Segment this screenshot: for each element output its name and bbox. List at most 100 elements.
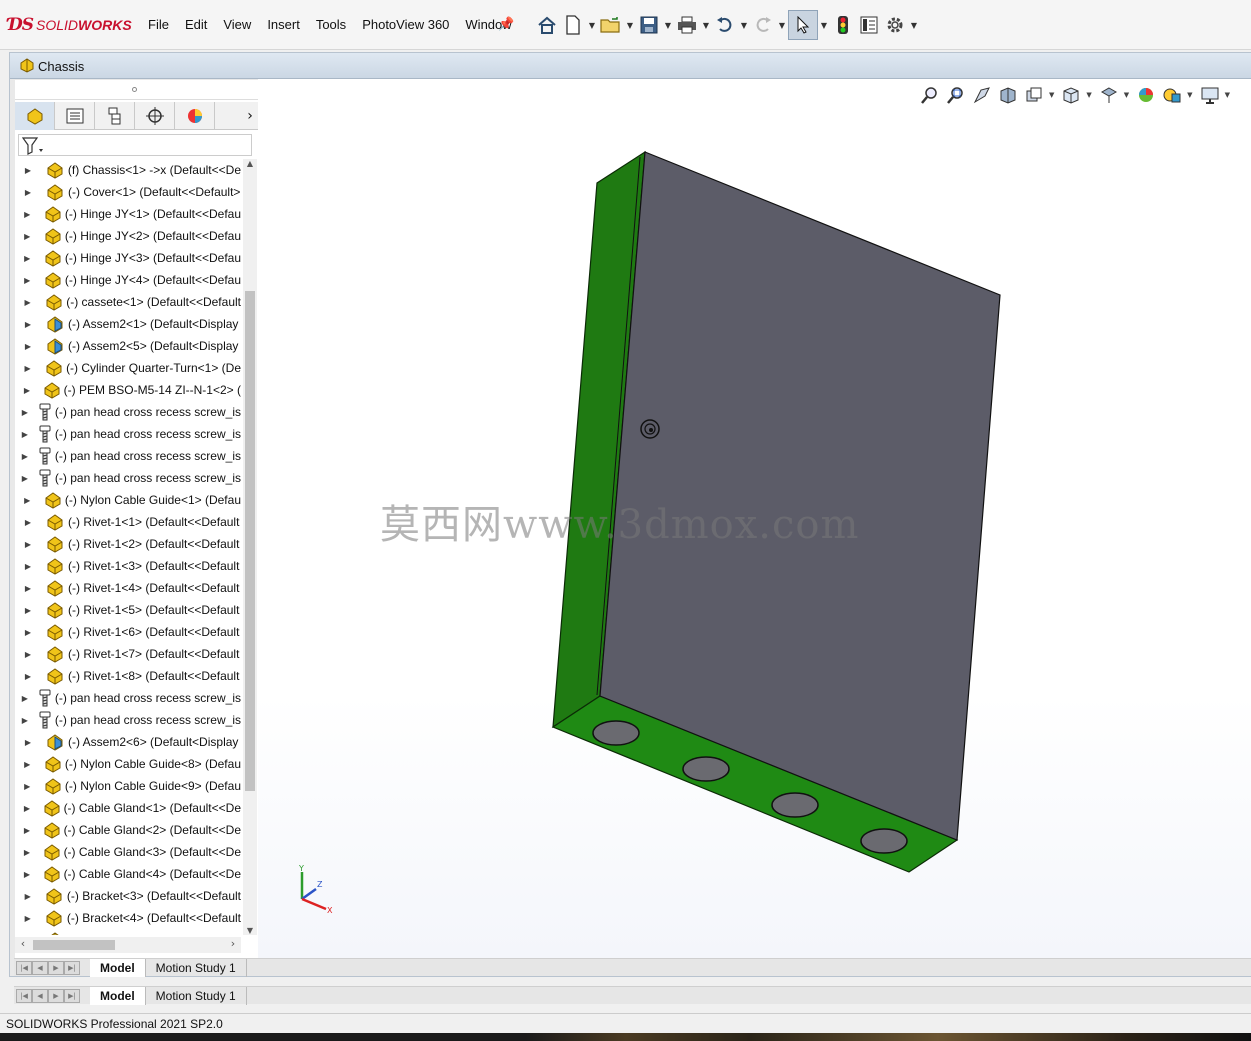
expand-arrow-icon[interactable]: ▶ [17,342,39,351]
tree-item[interactable]: ▶ (-) Rivet-1<6> (Default<<Default [15,621,241,643]
options-dropdown-icon[interactable]: ▼ [908,21,920,30]
view-orientation-icon[interactable] [1060,84,1082,106]
hscroll-thumb[interactable] [33,940,115,950]
tree-filter[interactable] [18,134,252,156]
tree-item[interactable]: ▶ (-) Rivet-1<8> (Default<<Default [15,665,241,687]
tree-item[interactable]: ▶ (-) Nylon Cable Guide<8> (Defau [15,753,241,775]
tree-item[interactable]: ▶(-) Assem2<7> (Default<Display [15,929,241,935]
tree-item[interactable]: ▶ (-) Hinge JY<1> (Default<<Defau [15,203,241,225]
expand-arrow-icon[interactable]: ▶ [17,606,39,615]
print-icon[interactable] [674,12,700,38]
expand-arrow-icon[interactable]: ▶ [17,826,37,835]
feature-manager-tab-icon[interactable] [15,102,55,130]
tree-item[interactable]: ▶ (-) Cylinder Quarter-Turn<1> (De [15,357,241,379]
expand-arrow-icon[interactable]: ▶ [17,914,38,923]
expand-arrow-icon[interactable]: ▶ [17,694,33,703]
filter-icon[interactable] [21,137,44,158]
expand-arrow-icon[interactable]: ▶ [17,452,33,461]
expand-arrow-icon[interactable]: ▶ [17,430,33,439]
expand-arrow-icon[interactable]: ▶ [17,254,38,263]
expand-arrow-icon[interactable]: ▶ [17,320,39,329]
property-manager-tab-icon[interactable] [55,102,95,130]
expand-arrow-icon[interactable]: ▶ [17,848,37,857]
expand-arrow-icon[interactable]: ▶ [17,738,39,747]
rebuild-traffic-light-icon[interactable] [830,12,856,38]
new-document-icon[interactable] [560,12,586,38]
tree-item[interactable]: ▶ (-) Hinge JY<4> (Default<<Defau [15,269,241,291]
expand-arrow-icon[interactable]: ▶ [17,188,39,197]
tab-model-secondary[interactable]: Model [90,986,146,1005]
tree-item[interactable]: ▶ (-) pan head cross recess screw_is [15,467,241,489]
options-gear-icon[interactable] [882,12,908,38]
tree-item[interactable]: ▶ (-) Cable Gland<1> (Default<<De [15,797,241,819]
tree-item[interactable]: ▶ (-) Assem2<1> (Default<Display [15,313,241,335]
file-properties-icon[interactable] [856,12,882,38]
tree-item[interactable]: ▶ (-) Cable Gland<4> (Default<<De [15,863,241,885]
expand-arrow-icon[interactable]: ▶ [17,716,33,725]
tree-item[interactable]: ▶ (-) pan head cross recess screw_is [15,401,241,423]
pin-icon[interactable]: 📌 [498,17,514,32]
select-dropdown-icon[interactable]: ▼ [818,21,830,30]
orientation-dropdown-icon[interactable]: ▼ [1086,91,1091,99]
expand-arrow-icon[interactable]: ▶ [17,276,38,285]
undo-dropdown-icon[interactable]: ▼ [738,21,750,30]
dimxpert-tab-icon[interactable] [135,102,175,130]
tree-item[interactable]: ▶ (-) Assem2<6> (Default<Display [15,731,241,753]
expand-arrow-icon[interactable]: ▶ [17,562,39,571]
expand-arrow-icon[interactable]: ▶ [17,210,38,219]
expand-arrow-icon[interactable]: ▶ [17,496,38,505]
previous-view-icon[interactable] [971,84,993,106]
tree-item[interactable]: ▶ (-) Cable Gland<2> (Default<<De [15,819,241,841]
tree-item[interactable]: ▶ (-) pan head cross recess screw_is [15,687,241,709]
view-settings-dropdown-icon[interactable]: ▼ [1225,91,1230,99]
tab-nav-buttons-secondary[interactable]: |◀ ◀ ▶ ▶| [16,988,82,1003]
display-style-icon[interactable] [1098,84,1120,106]
home-icon[interactable] [534,12,560,38]
tree-item[interactable]: ▶ (-) PEM BSO-M5-14 ZI--N-1<2> ( [15,379,241,401]
tree-item[interactable]: ▶ (-) Bracket<4> (Default<<Default [15,907,241,929]
expand-arrow-icon[interactable]: ▶ [17,804,37,813]
tree-item[interactable]: ▶ (-) Rivet-1<3> (Default<<Default [15,555,241,577]
menu-photoview[interactable]: PhotoView 360 [362,17,449,32]
expand-arrow-icon[interactable]: ▶ [17,474,33,483]
menu-insert[interactable]: Insert [267,17,300,32]
expand-arrow-icon[interactable]: ▶ [17,870,37,879]
tree-item[interactable]: ▶ (-) Cover<1> (Default<<Default> [15,181,241,203]
menu-file[interactable]: File [148,17,169,32]
tree-item[interactable]: ▶ (-) Rivet-1<1> (Default<<Default [15,511,241,533]
new-dropdown-icon[interactable]: ▼ [586,21,598,30]
tree-item[interactable]: ▶ (-) pan head cross recess screw_is [15,423,241,445]
expand-arrow-icon[interactable]: ▶ [17,760,38,769]
tree-item[interactable]: ▶ (-) Assem2<5> (Default<Display [15,335,241,357]
tree-item[interactable]: ▶ (-) Nylon Cable Guide<1> (Defau [15,489,241,511]
expand-arrow-icon[interactable]: ▶ [17,892,38,901]
expand-arrow-icon[interactable]: ▶ [17,518,39,527]
configuration-manager-tab-icon[interactable] [95,102,135,130]
tree-item[interactable]: ▶ (-) pan head cross recess screw_is [15,445,241,467]
tab-model[interactable]: Model [90,958,146,977]
tree-horizontal-scrollbar[interactable]: ‹ › [15,937,241,953]
redo-icon[interactable] [750,12,776,38]
expand-arrow-icon[interactable]: ▶ [17,166,39,175]
edit-appearance-icon[interactable] [1135,84,1157,106]
expand-arrow-icon[interactable]: ▶ [17,540,39,549]
scroll-left-icon[interactable]: ‹ [15,937,31,950]
tree-item[interactable]: ▶ (-) cassete<1> (Default<<Default [15,291,241,313]
save-icon[interactable] [636,12,662,38]
save-dropdown-icon[interactable]: ▼ [662,21,674,30]
expand-arrow-icon[interactable]: ▶ [17,628,39,637]
undo-icon[interactable] [712,12,738,38]
display-manager-tab-icon[interactable] [175,102,215,130]
expand-arrow-icon[interactable]: ▶ [17,386,37,395]
more-tabs-chevron-icon[interactable]: › [240,102,260,129]
apply-scene-icon[interactable] [1161,84,1183,106]
expand-arrow-icon[interactable]: ▶ [17,584,39,593]
expand-arrow-icon[interactable]: ▶ [17,672,39,681]
expand-arrow-icon[interactable]: ▶ [17,298,38,307]
expand-arrow-icon[interactable]: ▶ [17,408,33,417]
tab-nav-buttons[interactable]: |◀ ◀ ▶ ▶| [16,960,82,975]
redo-dropdown-icon[interactable]: ▼ [776,21,788,30]
annotation-dropdown-icon[interactable]: ▼ [1049,91,1054,99]
open-folder-icon[interactable] [598,12,624,38]
tab-motion-study[interactable]: Motion Study 1 [146,958,247,977]
